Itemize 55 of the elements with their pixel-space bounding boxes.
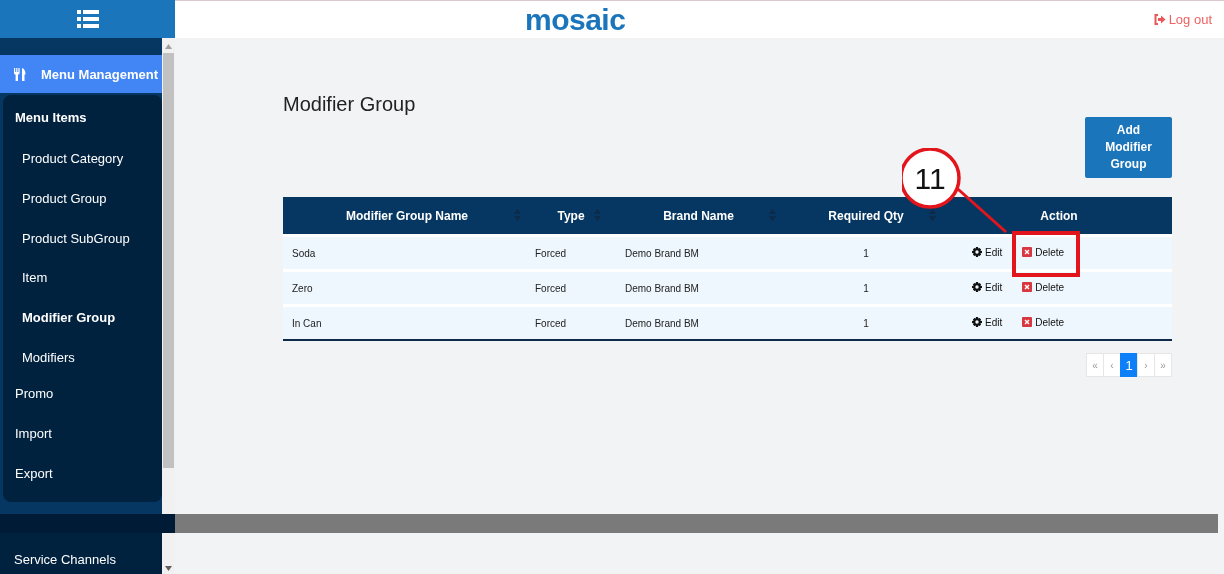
- delete-link[interactable]: Delete: [1022, 246, 1065, 258]
- logout-icon: [1153, 14, 1166, 25]
- gear-icon: [972, 282, 982, 293]
- menu-label: Menu Management: [41, 66, 158, 82]
- sidebar-item[interactable]: Promo: [3, 377, 162, 418]
- sidebar-item[interactable]: Modifier Group: [3, 298, 162, 338]
- sort-icon[interactable]: [769, 209, 776, 221]
- table-cell: Forced: [535, 317, 567, 329]
- table-cell: Demo Brand BM: [625, 247, 699, 259]
- column-header[interactable]: Modifier Group Name: [283, 197, 531, 234]
- table-cell: 1: [863, 247, 869, 259]
- delete-link[interactable]: Delete: [1022, 281, 1065, 293]
- table-cell: Forced: [535, 282, 567, 294]
- table-cell: Soda: [292, 247, 316, 259]
- sidebar-item[interactable]: Item: [3, 258, 162, 299]
- table-cell: 1: [863, 282, 869, 294]
- column-header[interactable]: Required Qty: [786, 197, 946, 234]
- table-cell: In Can: [292, 317, 322, 329]
- table-cell: Demo Brand BM: [625, 317, 699, 329]
- page-title: Modifier Group: [283, 92, 416, 116]
- delete-link[interactable]: Delete: [1022, 316, 1065, 328]
- table-cell: Demo Brand BM: [625, 282, 699, 294]
- sidebar-item[interactable]: Modifiers: [3, 338, 162, 378]
- scroll-down-icon[interactable]: [165, 566, 172, 571]
- delete-icon: [1022, 247, 1033, 258]
- sidebar-item[interactable]: Menu Management: [0, 55, 162, 93]
- gear-icon: [972, 317, 982, 328]
- table-cell: Zero: [292, 282, 313, 294]
- logo: mosaic: [525, 3, 626, 36]
- column-header[interactable]: Brand Name: [611, 197, 786, 234]
- sidebar-item[interactable]: Product SubGroup: [3, 218, 162, 259]
- column-header: Action: [946, 197, 1172, 234]
- gear-icon: [972, 247, 982, 258]
- scrollbar-thumb[interactable]: [163, 53, 174, 468]
- add-button[interactable]: Add Modifier Group: [1085, 117, 1172, 178]
- table-cell: Forced: [535, 247, 567, 259]
- sort-icon[interactable]: [514, 209, 521, 221]
- sidebar-item[interactable]: Menu Items: [3, 103, 162, 139]
- list-icon[interactable]: [76, 10, 99, 28]
- cutlery-icon: [14, 67, 26, 81]
- sort-icon[interactable]: [594, 209, 601, 221]
- scroll-up-icon[interactable]: [165, 44, 172, 49]
- edit-link[interactable]: Edit: [972, 281, 1003, 293]
- sidebar-item[interactable]: Product Category: [3, 139, 162, 179]
- edit-link[interactable]: Edit: [972, 316, 1003, 328]
- sidebar-item[interactable]: Import: [3, 417, 162, 458]
- table-cell: 1: [863, 317, 869, 329]
- sort-icon[interactable]: [929, 209, 936, 221]
- delete-icon: [1022, 317, 1033, 328]
- sidebar-item[interactable]: Export: [3, 457, 162, 498]
- column-header[interactable]: Type: [531, 197, 611, 234]
- edit-link[interactable]: Edit: [972, 246, 1003, 258]
- sidebar-item[interactable]: Product Group: [3, 178, 162, 219]
- delete-icon: [1022, 282, 1033, 293]
- page-button[interactable]: 1: [1120, 353, 1138, 377]
